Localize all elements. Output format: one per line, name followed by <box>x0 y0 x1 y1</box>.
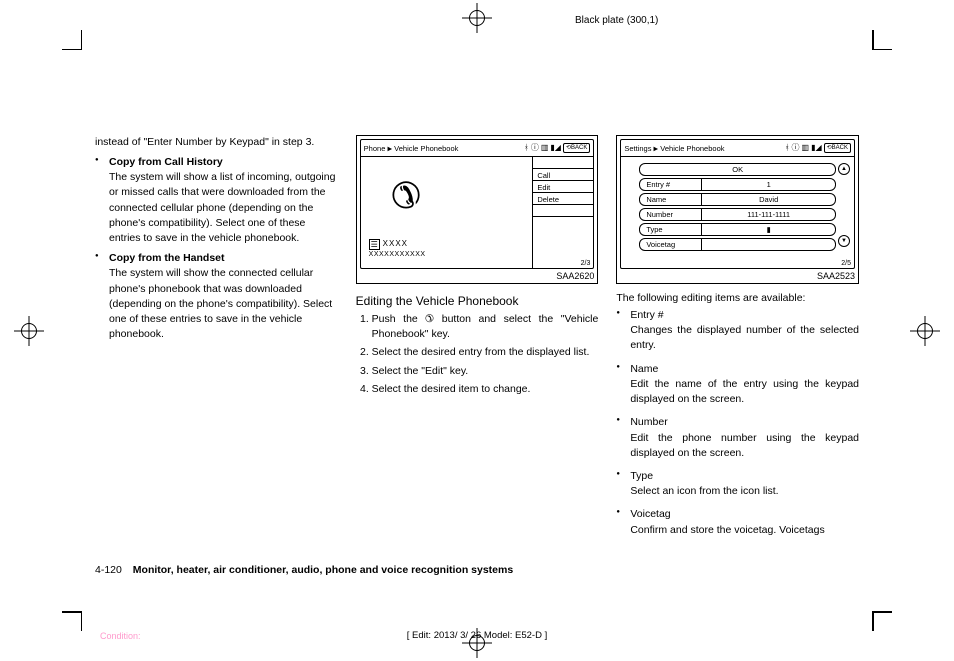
breadcrumb-part: Vehicle Phonebook <box>660 144 724 153</box>
plate-header: Black plate (300,1) <box>575 15 658 26</box>
figure-1: Phone ▶ Vehicle Phonebook ᚼ ⓘ ▥ ▮◢ ⟲BACK <box>356 135 599 284</box>
page-counter: 2/5 <box>841 260 851 267</box>
form-row: Number 111-111-1111 <box>639 208 836 221</box>
form-row: Type ▮ <box>639 223 836 236</box>
item-desc: Select an icon from the icon list. <box>630 484 859 499</box>
figure-id: SAA2523 <box>620 271 855 281</box>
item-name: Type <box>630 469 859 484</box>
back-button: ⟲BACK <box>824 143 851 153</box>
list-item: Name Edit the name of the entry using th… <box>616 362 859 408</box>
page-number: 4-120 <box>95 564 122 576</box>
edit-info: [ Edit: 2013/ 3/ 26 Model: E52-D ] <box>407 630 547 641</box>
triangle-icon: ▶ <box>387 146 392 152</box>
breadcrumb-part: Settings <box>624 144 651 153</box>
row-label: Voicetag <box>640 240 701 249</box>
arrow-up-icon: ▲ <box>838 163 850 175</box>
intro-text: The following editing items are availabl… <box>616 292 859 304</box>
list-item: Entry # Changes the displayed number of … <box>616 308 859 354</box>
item-desc: Edit the phone number using the keypad d… <box>630 431 859 461</box>
contact-icon: ☰ <box>369 239 380 250</box>
form-row: Voicetag <box>639 238 836 251</box>
lead-text: instead of "Enter Number by Keypad" in s… <box>95 135 338 150</box>
back-button: ⟲BACK <box>563 143 590 153</box>
bluetooth-icon: ᚼ <box>524 144 529 152</box>
row-value <box>701 239 835 250</box>
menu-row: Call <box>533 169 593 181</box>
signal-icon: ▮◢ <box>550 144 561 152</box>
step-text: Push the <box>372 313 426 325</box>
list-item: Number Edit the phone number using the k… <box>616 415 859 461</box>
row-value: 111-111-1111 <box>701 209 835 220</box>
arrow-down-icon: ▼ <box>838 235 850 247</box>
battery-icon: ▥ <box>541 144 549 152</box>
phone-icon: ✆ <box>391 175 421 217</box>
menu-row <box>533 217 593 229</box>
condition-label: Condition: <box>100 631 141 641</box>
breadcrumb-part: Phone <box>364 144 386 153</box>
column-3: Settings ▶ Vehicle Phonebook ᚼ ⓘ ▥ ▮◢ ⟲B… <box>616 135 859 546</box>
info-icon: ⓘ <box>792 144 800 152</box>
crop-mark <box>62 30 82 50</box>
step-item: Select the desired entry from the displa… <box>372 345 599 360</box>
info-icon: ⓘ <box>531 144 539 152</box>
breadcrumb: Phone ▶ Vehicle Phonebook <box>364 144 459 153</box>
breadcrumb-part: Vehicle Phonebook <box>394 144 458 153</box>
row-label: Name <box>640 195 701 204</box>
form-row: Name David <box>639 193 836 206</box>
menu-row: Edit <box>533 181 593 193</box>
phone-button-icon: ✆ <box>425 312 434 327</box>
row-label: Entry # <box>640 180 701 189</box>
menu-row: Delete <box>533 193 593 205</box>
bullet-title: Copy from Call History <box>109 156 338 168</box>
menu-row <box>533 157 593 169</box>
row-value: David <box>701 194 835 205</box>
registration-mark <box>14 316 44 346</box>
crop-mark <box>872 611 892 631</box>
bluetooth-icon: ᚼ <box>785 144 790 152</box>
list-item: Copy from the Handset The system will sh… <box>95 252 338 342</box>
list-item: Type Select an icon from the icon list. <box>616 469 859 499</box>
registration-mark <box>910 316 940 346</box>
bullet-title: Copy from the Handset <box>109 252 338 264</box>
item-name: Entry # <box>630 308 859 323</box>
contact-name: XXXX <box>383 239 408 248</box>
step-item: Select the desired item to change. <box>372 382 599 397</box>
figure-2: Settings ▶ Vehicle Phonebook ᚼ ⓘ ▥ ▮◢ ⟲B… <box>616 135 859 284</box>
section-heading: Editing the Vehicle Phonebook <box>356 294 599 308</box>
row-label: Type <box>640 225 701 234</box>
item-name: Number <box>630 415 859 430</box>
crop-mark <box>872 30 892 50</box>
column-2: Phone ▶ Vehicle Phonebook ᚼ ⓘ ▥ ▮◢ ⟲BACK <box>356 135 599 546</box>
item-desc: Changes the displayed number of the sele… <box>630 323 859 353</box>
item-name: Voicetag <box>630 507 859 522</box>
row-value: ▮ <box>701 224 835 235</box>
bullet-desc: The system will show a list of incoming,… <box>109 171 335 244</box>
breadcrumb: Settings ▶ Vehicle Phonebook <box>624 144 724 153</box>
signal-icon: ▮◢ <box>811 144 822 152</box>
triangle-icon: ▶ <box>654 146 659 152</box>
contact-number: XXXXXXXXXXX <box>369 251 426 258</box>
step-item: Select the "Edit" key. <box>372 364 599 379</box>
bullet-desc: The system will show the connected cellu… <box>109 267 332 340</box>
page-counter: 2/3 <box>581 260 591 267</box>
ok-row: OK <box>639 163 836 176</box>
page-footer: 4-120 Monitor, heater, air conditioner, … <box>95 564 513 576</box>
registration-mark <box>462 3 492 33</box>
list-item: Voicetag Confirm and store the voicetag.… <box>616 507 859 537</box>
item-name: Name <box>630 362 859 377</box>
column-1: instead of "Enter Number by Keypad" in s… <box>95 135 338 546</box>
row-label: Number <box>640 210 701 219</box>
battery-icon: ▥ <box>802 144 810 152</box>
row-value: 1 <box>701 179 835 190</box>
item-desc: Confirm and store the voicetag. Voicetag… <box>630 523 859 538</box>
menu-row <box>533 205 593 217</box>
figure-id: SAA2620 <box>360 271 595 281</box>
crop-mark <box>62 611 82 631</box>
step-item: Push the ✆ button and select the "Vehicl… <box>372 312 599 342</box>
form-row: Entry # 1 <box>639 178 836 191</box>
item-desc: Edit the name of the entry using the key… <box>630 377 859 407</box>
list-item: Copy from Call History The system will s… <box>95 156 338 246</box>
chapter-title: Monitor, heater, air conditioner, audio,… <box>133 564 513 576</box>
